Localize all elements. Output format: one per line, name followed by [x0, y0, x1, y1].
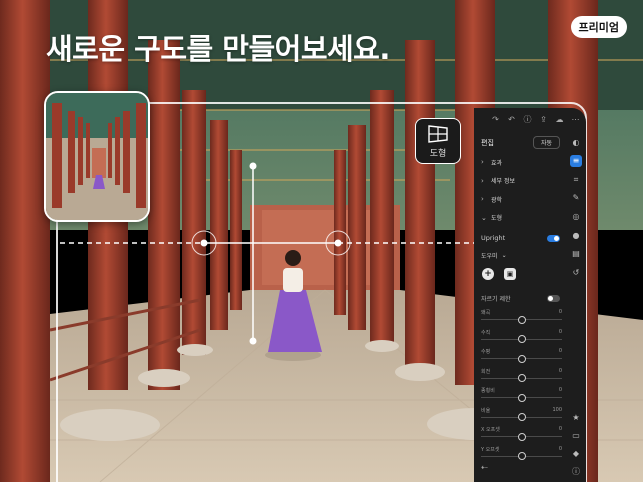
section-label: 효과: [491, 159, 503, 167]
guide-dropdown[interactable]: 도우미 ⌄: [474, 247, 566, 263]
slider-knob[interactable]: [517, 354, 526, 363]
edit-controls: 편집 자동 › 효과 › 세부 정보 › 광학 ⌄ 도형 Upright 도우미 ⌄ + ▣ …: [474, 132, 566, 464]
rating-star-icon[interactable]: ★: [570, 412, 582, 424]
slider-row: 종횡비 0: [474, 386, 566, 406]
section-row[interactable]: › 효과: [474, 153, 566, 172]
guide-handle-left[interactable]: [200, 239, 208, 247]
undo-icon[interactable]: ↶: [507, 115, 516, 124]
slider-knob[interactable]: [517, 413, 526, 421]
section-row[interactable]: › 광학: [474, 190, 566, 209]
more-icon[interactable]: ⋯: [571, 115, 580, 124]
share-icon[interactable]: ⇪: [539, 115, 548, 124]
panel-toolbar: ↷ ↶ ⓘ ⇪ ☁ ⋯: [474, 108, 586, 130]
guide-handle-right[interactable]: [334, 239, 342, 247]
slider-row: X 오프셋 0: [474, 425, 566, 445]
upright-label: Upright: [481, 234, 506, 242]
slider-row: 수평 0: [474, 347, 566, 367]
chevron-right-icon: ›: [481, 176, 484, 185]
color-icon[interactable]: ●: [570, 230, 582, 242]
slider-row: Y 오프셋 0: [474, 445, 566, 465]
chevron-down-icon: ⌄: [501, 251, 507, 259]
upright-toggle[interactable]: [547, 234, 560, 242]
section-row[interactable]: › 세부 정보: [474, 172, 566, 191]
chevron-down-icon: ⌄: [481, 213, 487, 222]
constrain-crop-toggle[interactable]: [547, 294, 560, 302]
slider-knob[interactable]: [517, 315, 526, 324]
reset-icon[interactable]: ⇠: [481, 463, 488, 472]
slider-label: 비율: [481, 407, 491, 414]
guide-handle-bottom[interactable]: [249, 337, 257, 345]
section-row[interactable]: ⌄ 도형: [474, 209, 566, 228]
slider-value: 0: [558, 348, 562, 354]
delete-guide-icon[interactable]: ▣: [504, 268, 516, 280]
slider-value: 0: [558, 309, 562, 315]
slider-value: 0: [558, 387, 562, 393]
edit-panel: ↷ ↶ ⓘ ⇪ ☁ ⋯ 편집 자동 › 효과 › 세부 정보 › 광학 ⌄ 도형 Uprigh…: [474, 108, 586, 482]
slider-label: 수평: [481, 349, 491, 355]
geometry-tool-label: 도형: [429, 148, 447, 159]
slider-row: 수직 0: [474, 328, 566, 348]
slider-label: 종횡비: [481, 388, 495, 394]
auto-button[interactable]: 자동: [532, 136, 560, 149]
upright-row: Upright: [474, 229, 566, 247]
slider-label: 회전: [481, 368, 491, 375]
guide-tools: + ▣: [474, 263, 566, 285]
edit-header: 편집 자동: [474, 132, 566, 153]
tag-icon[interactable]: ◆: [570, 448, 582, 460]
edit-sliders-icon[interactable]: ≡: [570, 155, 582, 168]
slider-value: 0: [558, 328, 562, 335]
slider-row: 회전 0: [474, 367, 566, 387]
slider-knob[interactable]: [517, 432, 526, 441]
cloud-icon[interactable]: ☁: [555, 115, 564, 124]
help-icon[interactable]: ⓘ: [523, 114, 532, 125]
add-guide-icon[interactable]: +: [482, 268, 494, 280]
constrain-crop-row: 자르기 제한: [474, 288, 566, 308]
info-icon[interactable]: ⓘ: [570, 466, 582, 478]
slider-knob[interactable]: [517, 374, 526, 382]
section-label: 광학: [491, 196, 503, 204]
slider-label: Y 오프셋: [481, 446, 500, 453]
guide-handle-top[interactable]: [249, 162, 257, 170]
chevron-right-icon: ›: [481, 158, 484, 167]
section-label: 세부 정보: [491, 178, 515, 186]
slider-label: 수직: [481, 329, 491, 336]
slider-value: 100: [552, 406, 562, 413]
masking-icon[interactable]: ◎: [570, 211, 582, 223]
constrain-crop-label: 자르기 제한: [481, 295, 511, 303]
chevron-right-icon: ›: [481, 195, 484, 204]
versions-icon[interactable]: ▤: [570, 248, 582, 260]
guide-dropdown-value: 도우미: [481, 252, 498, 260]
slider-knob[interactable]: [517, 452, 526, 460]
geometry-grid-icon: [428, 124, 448, 143]
slider-knob[interactable]: [517, 393, 526, 402]
slider-row: 비율 100: [474, 406, 566, 426]
slider-label: 왜곡: [481, 310, 491, 316]
section-label: 도형: [491, 215, 503, 223]
comment-icon[interactable]: ▭: [570, 430, 582, 442]
slider-label: X 오프셋: [481, 427, 500, 433]
geometry-tool-button[interactable]: 도형: [415, 118, 461, 164]
slider-value: 0: [558, 367, 562, 374]
slider-knob[interactable]: [517, 335, 526, 343]
crop-icon[interactable]: ⌗: [570, 174, 582, 186]
edit-title: 편집: [481, 138, 494, 147]
redo-icon[interactable]: ↷: [491, 115, 500, 124]
history-icon[interactable]: ↺: [570, 267, 582, 279]
slider-value: 0: [558, 426, 562, 432]
presets-icon[interactable]: ◐: [570, 137, 582, 149]
healing-icon[interactable]: ✎: [570, 192, 582, 204]
tool-rail: ◐ ≡ ⌗ ✎ ◎ ● ▤ ↺ ★ ▭ ◆ ⓘ: [566, 130, 586, 482]
slider-row: 왜곡 0: [474, 308, 566, 328]
slider-value: 0: [558, 445, 562, 452]
